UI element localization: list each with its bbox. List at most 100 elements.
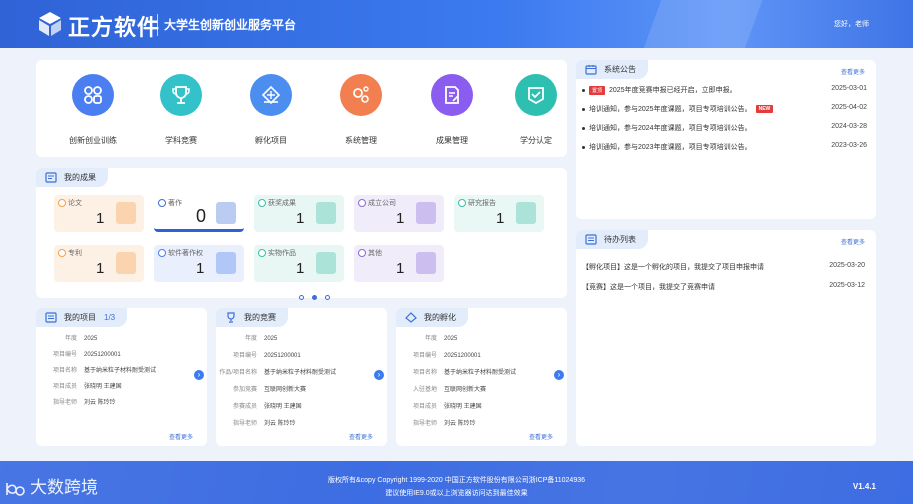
info-key: 年度 xyxy=(424,336,437,342)
info-row: 年度 2025 xyxy=(396,333,457,342)
achievement-tile[interactable]: 著作 0 xyxy=(154,195,244,232)
pager-dot[interactable] xyxy=(325,295,330,300)
incubator-icon xyxy=(250,74,292,116)
info-value: 2025 xyxy=(84,336,98,342)
info-key: 项目编号 xyxy=(232,353,257,359)
info-row: 项目名称 基于纳米粒子材料耐受测试 xyxy=(396,367,516,376)
achievement-tile[interactable]: 获奖成果 1 xyxy=(254,195,344,232)
info-key: 项目名称 xyxy=(52,368,77,374)
calendar-icon xyxy=(585,65,597,75)
section-title-incubation: 我的孵化 xyxy=(396,308,468,327)
info-row: 项目名称 基于纳米粒子材料耐受测试 xyxy=(36,365,156,374)
notice-item[interactable]: 培训通知，参与2024年度课题，项目专项培训公告。 2024-03-28 xyxy=(582,123,867,133)
achievement-tile[interactable]: 研究报告 1 xyxy=(454,195,544,232)
notice-item[interactable]: 置顶 2025年度竞赛申报已经开启，立即申报。 2025-03-01 xyxy=(582,85,867,95)
project-view-more-link[interactable]: 查看更多 xyxy=(169,432,193,441)
achievement-tile[interactable]: 实物作品 1 xyxy=(254,245,344,282)
pager-dot-active[interactable] xyxy=(312,295,317,300)
info-key: 参加竞赛 xyxy=(232,387,257,393)
todos-view-more-link[interactable]: 查看更多 xyxy=(841,237,865,246)
achievement-decor-icon xyxy=(216,252,236,274)
info-row: 项目成员 张晓明 王建国 xyxy=(36,381,122,390)
achievement-doc-icon xyxy=(45,172,57,183)
achievement-count: 1 xyxy=(96,260,105,277)
achievement-count: 1 xyxy=(196,260,205,277)
system-notice-panel: 系统公告 查看更多 置顶 2025年度竞赛申报已经开启，立即申报。 2025-03-… xyxy=(576,60,876,219)
list-doc-icon xyxy=(45,312,57,323)
todo-item[interactable]: 【竞赛】这是一个项目，我提交了竞赛申请 2025-03-12 xyxy=(582,282,865,292)
notice-text: 培训通知，参与2024年度课题，项目专项培训公告。 xyxy=(589,125,752,132)
achievement-tile[interactable]: 其他 1 xyxy=(354,245,444,282)
info-row: 参赛成员 张晓明 王建国 xyxy=(216,401,302,410)
notice-date: 2025-04-02 xyxy=(831,104,867,111)
achievement-tile[interactable]: 软件著作权 1 xyxy=(154,245,244,282)
achievement-decor-icon xyxy=(216,202,236,224)
achievement-tile[interactable]: 成立公司 1 xyxy=(354,195,444,232)
incubation-view-more-link[interactable]: 查看更多 xyxy=(529,432,553,441)
app-system-management[interactable]: 系统管理 xyxy=(321,74,401,146)
notice-item[interactable]: 培训通知，参与2023年度课题，项目专项培训公告。 2023-03-26 xyxy=(582,142,867,152)
carousel-pager[interactable] xyxy=(295,287,334,305)
top-header: 正方软件 大学生创新创业服务平台 您好，老师 xyxy=(0,0,913,48)
info-key: 作品/项目名称 xyxy=(219,370,257,376)
achievement-decor-icon xyxy=(416,252,436,274)
trophy-icon xyxy=(160,74,202,116)
app-incubation-project[interactable]: 孵化项目 xyxy=(231,74,311,146)
cube-logo-icon xyxy=(39,12,61,36)
achievement-name: 论文 xyxy=(58,199,82,207)
info-value: 张晓明 王建国 xyxy=(84,384,122,390)
todo-item[interactable]: 【孵化项目】这是一个孵化的项目，我提交了项目申报申请 2025-03-20 xyxy=(582,262,865,272)
app-credit-recognition[interactable]: 学分认定 xyxy=(496,74,576,146)
info-row: 年度 2025 xyxy=(216,333,277,342)
notice-date: 2025-03-01 xyxy=(831,85,867,92)
notices-view-more-link[interactable]: 查看更多 xyxy=(841,67,865,76)
info-value: 基于纳米粒子材料耐受测试 xyxy=(444,370,517,376)
info-row: 项目编号 20251200001 xyxy=(396,350,481,359)
info-key: 项目成员 xyxy=(412,404,437,410)
my-achievements-panel: 我的成果 论文 1 著作 0 获奖成果 1 成立公司 1 研究报告 1 专利 1 软件著作权 1 实物作品 1… xyxy=(36,168,567,300)
notice-date: 2023-03-26 xyxy=(831,142,867,149)
todo-date: 2025-03-12 xyxy=(829,282,865,289)
info-row: 项目编号 20251200001 xyxy=(36,349,121,358)
info-key: 项目编号 xyxy=(412,353,437,359)
notice-text: 2025年度竞赛申报已经开启，立即申报。 xyxy=(609,87,737,94)
platform-title: 大学生创新创业服务平台 xyxy=(164,18,297,32)
notice-text: 培训通知，参与2023年度课题，项目专项培训公告。 xyxy=(589,144,752,151)
my-incubation-panel: 我的孵化 年度 2025 项目编号 20251200001 项目名称 基于纳米粒子材料耐受… xyxy=(396,308,567,446)
achievement-tile[interactable]: 专利 1 xyxy=(54,245,144,282)
browser-tip-text: 建议使用IE9.0或以上浏览器访问达到最佳效果 xyxy=(385,490,528,497)
achievement-count: 1 xyxy=(296,210,305,227)
achievement-count: 1 xyxy=(396,210,405,227)
section-title-todos: 待办列表 xyxy=(576,230,648,249)
pager-dot[interactable] xyxy=(299,295,304,300)
version-label: V1.4.1 xyxy=(852,482,876,491)
achievement-decor-icon xyxy=(316,252,336,274)
info-value: 互联网创新大赛 xyxy=(444,387,487,393)
info-key: 指导老师 xyxy=(232,421,257,427)
app-subject-competition[interactable]: 学科竞赛 xyxy=(141,74,221,146)
info-value: 刘云 陈玲玲 xyxy=(444,421,476,427)
notice-item[interactable]: 培训通知，参与2025年度课题，项目专项培训公告。 NEW 2025-04-02 xyxy=(582,104,867,114)
achievement-decor-icon xyxy=(116,252,136,274)
info-key: 项目成员 xyxy=(52,384,77,390)
section-title-achievements: 我的成果 xyxy=(36,168,108,187)
todo-text: 【孵化项目】这是一个孵化的项目，我提交了项目申报申请 xyxy=(582,264,764,271)
next-arrow-icon[interactable]: › xyxy=(194,370,204,380)
app-innovation-training[interactable]: 创新创业训练 xyxy=(53,74,133,146)
gears-icon xyxy=(340,74,382,116)
info-value: 互联网创新大赛 xyxy=(264,387,307,393)
next-arrow-icon[interactable]: › xyxy=(554,370,564,380)
competition-view-more-link[interactable]: 查看更多 xyxy=(349,432,373,441)
next-arrow-icon[interactable]: › xyxy=(374,370,384,380)
info-key: 年度 xyxy=(244,336,257,342)
user-greeting[interactable]: 您好，老师 xyxy=(834,19,869,29)
info-value: 张晓明 王建国 xyxy=(444,404,482,410)
info-key: 入驻基地 xyxy=(412,387,437,393)
app-achievement-management[interactable]: 成果管理 xyxy=(412,74,492,146)
achievement-tile[interactable]: 论文 1 xyxy=(54,195,144,232)
list-doc-icon xyxy=(585,234,597,245)
info-row: 参加竞赛 互联网创新大赛 xyxy=(216,384,306,393)
info-key: 指导老师 xyxy=(412,421,437,427)
info-value: 基于纳米粒子材料耐受测试 xyxy=(264,370,337,376)
info-row: 项目编号 20251200001 xyxy=(216,350,301,359)
